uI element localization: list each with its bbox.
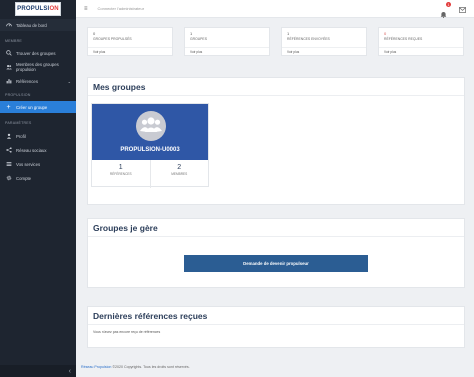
sidebar-item-label: Réseau sociaux xyxy=(16,147,47,153)
group-stat-label: RÉFÉRENCES xyxy=(109,172,132,176)
section-heading-membre: MEMBRE xyxy=(5,39,22,43)
topbar-icons: 1 xyxy=(440,0,466,18)
sidebar-item-label: Tableau de bord xyxy=(16,22,47,28)
empty-state-text: Vous n'avez pas encore reçu de référence… xyxy=(93,330,161,334)
panel-title: Mes groupes xyxy=(88,78,464,96)
dashboard-icon xyxy=(5,22,12,29)
group-card[interactable]: PROPULSION-U0003 1 RÉFÉRENCES 2 MEMBRES xyxy=(91,103,209,188)
notifications-button[interactable]: 1 xyxy=(440,2,451,18)
group-card-header: PROPULSION-U0003 xyxy=(92,104,208,160)
sidebar-item-label: Membres des groupes propulsion xyxy=(16,62,59,73)
sidebar-item-label: Vos services xyxy=(16,161,41,167)
stat-more-link[interactable]: Voir plus xyxy=(88,47,172,55)
share-icon xyxy=(5,147,12,154)
logo-text: PROPULSI xyxy=(17,6,50,12)
stat-value: 1 xyxy=(190,31,193,36)
group-stat-value: 1 xyxy=(118,164,123,171)
sidebar-item-find-groups[interactable]: Trouver des groupes xyxy=(0,47,76,59)
sidebar: PROPULSI ON Tableau de bord MEMBRE Trouve… xyxy=(0,0,76,377)
logo[interactable]: PROPULSI ON xyxy=(15,2,61,16)
group-users-icon xyxy=(140,116,162,137)
menu-icon[interactable]: ≡ xyxy=(84,6,88,12)
bell-icon xyxy=(440,5,447,22)
gear-icon xyxy=(5,175,12,182)
stat-card-groupes: 1 GROUPES Voir plus xyxy=(184,27,270,56)
members-label-line2: propulsion xyxy=(16,67,36,72)
list-icon xyxy=(5,161,12,168)
notification-badge: 1 xyxy=(446,2,451,7)
section-heading-parametres: PARAMÈTRES xyxy=(5,121,32,125)
sidebar-item-profile[interactable]: Profil xyxy=(0,129,76,143)
stat-label: RÉFÉRENCES REÇUES xyxy=(384,37,423,41)
chevron-down-icon: ⌄ xyxy=(67,78,71,84)
group-stats: 1 RÉFÉRENCES 2 MEMBRES xyxy=(92,160,208,188)
group-stat-value: 2 xyxy=(177,164,182,171)
mail-icon xyxy=(459,0,466,17)
sidebar-item-create-group[interactable]: + Créer un groupe xyxy=(0,101,76,113)
sidebar-item-members[interactable]: Membres des groupes propulsion xyxy=(0,59,76,75)
stat-label: RÉFÉRENCES ENVOYÉES xyxy=(287,37,330,41)
sidebar-item-services[interactable]: Vos services xyxy=(0,157,76,171)
members-label-line1: Membres des groupes xyxy=(16,61,59,67)
topbar: ≡ Connecter l'administrateur 1 xyxy=(76,0,474,18)
group-stat-members: 2 MEMBRES xyxy=(149,160,209,188)
stat-card-groupes-propulses: 0 GROUPES PROPULSÉS Voir plus xyxy=(87,27,173,56)
logo-text-accent: ON xyxy=(49,6,59,12)
topbar-title: Connecter l'administrateur xyxy=(97,6,145,11)
sidebar-item-social[interactable]: Réseau sociaux xyxy=(0,143,76,157)
footer-copyright: ©2020 Copyrights. Tous les droits sont r… xyxy=(111,365,190,369)
stat-more-link[interactable]: Voir plus xyxy=(282,47,366,55)
footer: Réseau Propulsion ©2020 Copyrights. Tous… xyxy=(81,365,190,369)
sidebar-item-dashboard[interactable]: Tableau de bord xyxy=(0,19,76,31)
stat-value: 0 xyxy=(384,31,387,36)
footer-link[interactable]: Réseau Propulsion xyxy=(81,365,111,369)
sidebar-item-label: Références xyxy=(16,78,38,84)
group-name: PROPULSION-U0003 xyxy=(120,147,180,153)
chevron-left-icon: ‹ xyxy=(68,367,71,375)
mes-groupes-panel: Mes groupes PROPULSION-U0003 1 RÉFÉRENCE… xyxy=(87,77,465,205)
sidebar-item-label: Compte xyxy=(16,175,32,181)
groupes-gere-panel: Groupes je gère Demande de devenir propu… xyxy=(87,218,465,288)
plus-icon: + xyxy=(6,103,11,111)
group-stat-references: 1 RÉFÉRENCES xyxy=(92,160,150,188)
panel-title: Dernières références reçues xyxy=(88,307,464,325)
sidebar-item-label: Trouver des groupes xyxy=(16,50,56,56)
stat-more-link[interactable]: Voir plus xyxy=(379,47,463,55)
stat-more-link[interactable]: Voir plus xyxy=(185,47,269,55)
stat-label: GROUPES xyxy=(190,37,207,41)
panel-title: Groupes je gère xyxy=(88,219,464,237)
search-icon xyxy=(5,50,12,57)
stat-value: 1 xyxy=(287,31,290,36)
become-propulseur-button[interactable]: Demande de devenir propulseur xyxy=(184,255,368,272)
stat-card-references-recues: 0 RÉFÉRENCES REÇUES Voir plus xyxy=(378,27,464,56)
user-icon xyxy=(5,133,12,140)
dernieres-references-panel: Dernières références reçues Vous n'avez … xyxy=(87,306,465,348)
sidebar-item-label: Profil xyxy=(16,133,26,139)
sidebar-collapse-button[interactable]: ‹ xyxy=(0,365,76,377)
users-icon xyxy=(5,64,12,71)
sidebar-item-references[interactable]: Références ⌄ xyxy=(0,75,76,87)
sidebar-item-label: Créer un groupe xyxy=(16,104,48,110)
bars-icon xyxy=(5,78,12,85)
stat-card-references-envoyees: 1 RÉFÉRENCES ENVOYÉES Voir plus xyxy=(281,27,367,56)
group-avatar xyxy=(136,111,166,141)
stat-label: GROUPES PROPULSÉS xyxy=(93,37,132,41)
logo-area: PROPULSI ON xyxy=(0,0,76,18)
sidebar-item-account[interactable]: Compte xyxy=(0,171,76,185)
stat-value: 0 xyxy=(93,31,96,36)
section-heading-propulsion: PROPULSION xyxy=(5,93,31,97)
messages-button[interactable] xyxy=(459,0,466,18)
group-stat-label: MEMBRES xyxy=(171,172,188,176)
